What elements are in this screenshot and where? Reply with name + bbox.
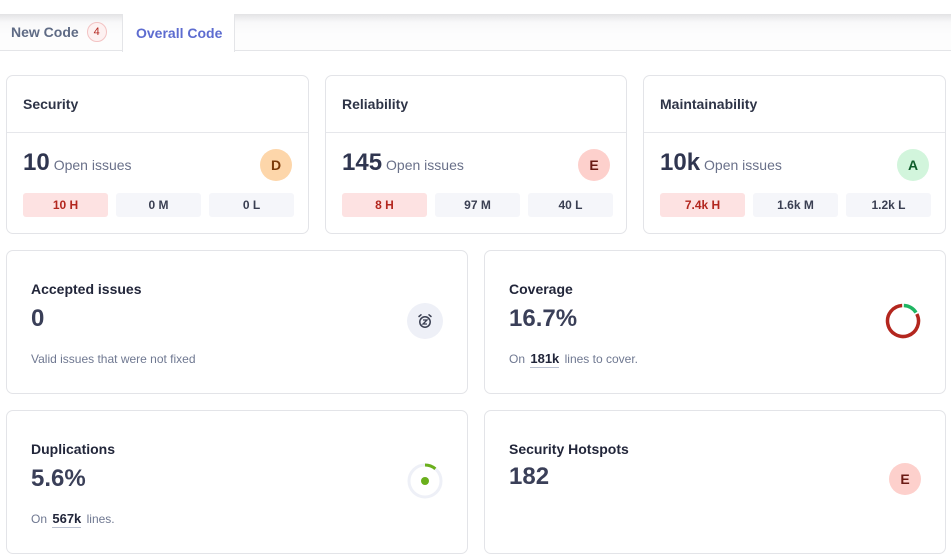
security-hotspots-card: Security Hotspots 182 E	[484, 410, 946, 554]
open-issues-label: Open issues	[53, 157, 132, 173]
security-low-severity[interactable]: 0 L	[209, 193, 294, 217]
security-hotspots-rating-badge[interactable]: E	[889, 463, 921, 495]
reliability-card-title: Reliability	[326, 76, 626, 133]
security-card-title: Security	[7, 76, 308, 133]
coverage-subtext: On 181k lines to cover.	[509, 351, 638, 368]
coverage-value[interactable]: 16.7%	[509, 305, 577, 333]
security-rating-badge[interactable]: D	[260, 149, 292, 181]
accepted-issues-card: Accepted issues 0 Valid issues that were…	[6, 250, 468, 394]
tab-bar: New Code 4 Overall Code	[0, 14, 951, 52]
duplications-donut-chart	[407, 463, 443, 499]
accepted-issues-description: Valid issues that were not fixed	[31, 352, 196, 366]
duplications-lines-link[interactable]: 567k	[52, 511, 82, 528]
duplications-title: Duplications	[31, 441, 116, 457]
accepted-issues-title: Accepted issues	[31, 281, 142, 297]
maintainability-rating-badge[interactable]: A	[897, 149, 929, 181]
security-hotspots-value[interactable]: 182	[509, 463, 549, 491]
maintainability-low-severity[interactable]: 1.2k L	[846, 193, 931, 217]
accepted-issues-value[interactable]: 0	[31, 305, 44, 333]
top-bar	[0, 0, 951, 14]
duplications-sub-prefix: On	[31, 512, 48, 526]
coverage-covered-arc	[903, 303, 918, 314]
maintainability-card: Maintainability 10k Open issues A 7.4k H …	[643, 75, 946, 234]
coverage-sub-suffix: lines to cover.	[564, 352, 638, 366]
reliability-rating-badge[interactable]: E	[578, 149, 610, 181]
security-high-severity[interactable]: 10 H	[23, 193, 108, 217]
duplications-subtext: On 567k lines.	[31, 511, 115, 528]
new-code-issue-count-badge: 4	[86, 22, 107, 42]
reliability-low-severity[interactable]: 40 L	[528, 193, 613, 217]
tab-overall-code[interactable]: Overall Code	[122, 14, 235, 52]
reliability-open-issues[interactable]: 145 Open issues	[342, 149, 464, 177]
security-medium-severity[interactable]: 0 M	[116, 193, 201, 217]
tab-new-code-label: New Code	[11, 24, 79, 40]
tab-new-code[interactable]: New Code 4	[0, 14, 122, 51]
duplications-arc	[424, 463, 437, 471]
reliability-card: Reliability 145 Open issues E 8 H 97 M 40…	[325, 75, 627, 234]
reliability-issue-count: 145	[342, 149, 383, 176]
open-issues-label: Open issues	[386, 157, 464, 173]
security-hotspots-title: Security Hotspots	[509, 441, 629, 457]
tab-overall-code-label: Overall Code	[136, 25, 223, 41]
duplications-center-dot	[421, 477, 429, 485]
duplications-card: Duplications 5.6% On 567k lines.	[6, 410, 468, 554]
security-open-issues[interactable]: 10 Open issues	[23, 149, 132, 177]
coverage-lines-link[interactable]: 181k	[530, 351, 560, 368]
coverage-card: Coverage 16.7% On 181k lines to cover.	[484, 250, 946, 394]
duplications-value[interactable]: 5.6%	[31, 465, 86, 493]
security-card: Security 10 Open issues D 10 H 0 M 0 L	[6, 75, 309, 234]
open-issues-label: Open issues	[704, 157, 782, 173]
maintainability-high-severity[interactable]: 7.4k H	[660, 193, 745, 217]
duplications-sub-suffix: lines.	[86, 512, 115, 526]
coverage-title: Coverage	[509, 281, 573, 297]
maintainability-issue-count: 10k	[660, 149, 701, 176]
maintainability-open-issues[interactable]: 10k Open issues	[660, 149, 782, 177]
maintainability-card-title: Maintainability	[644, 76, 945, 133]
coverage-sub-prefix: On	[509, 352, 526, 366]
maintainability-medium-severity[interactable]: 1.6k M	[753, 193, 838, 217]
alarm-snooze-icon	[407, 303, 443, 339]
security-issue-count: 10	[23, 149, 50, 176]
coverage-donut-chart	[885, 303, 921, 339]
reliability-medium-severity[interactable]: 97 M	[435, 193, 520, 217]
reliability-high-severity[interactable]: 8 H	[342, 193, 427, 217]
